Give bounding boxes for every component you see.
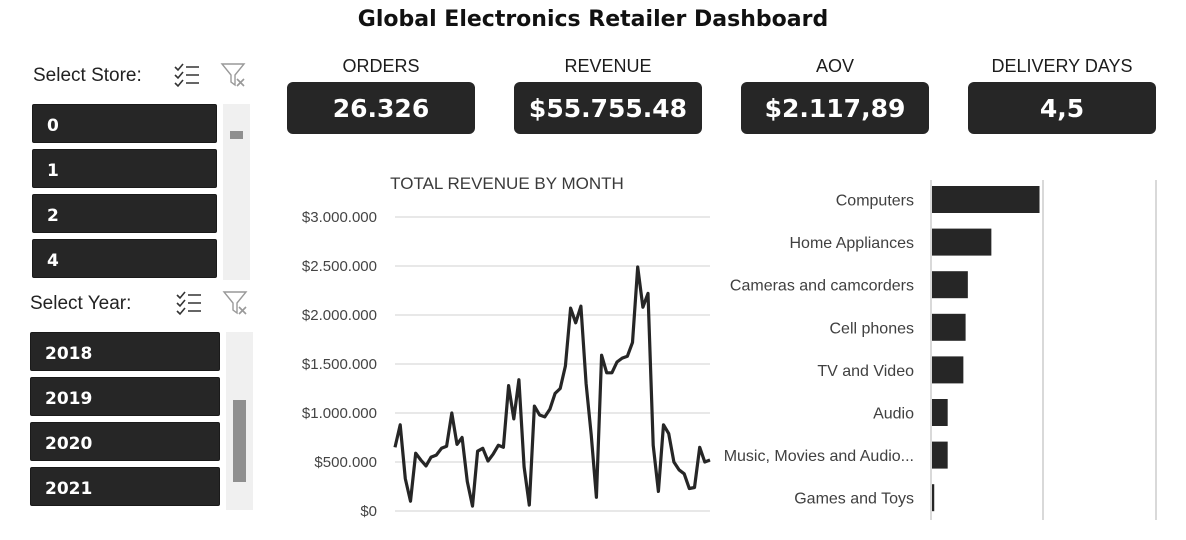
bar-games-and-toys bbox=[932, 484, 935, 512]
store-item-1[interactable]: 1 bbox=[32, 149, 217, 188]
year-slicer-scrollbar[interactable] bbox=[226, 332, 253, 510]
line-chart-y-tick-label: $1.000.000 bbox=[302, 405, 377, 422]
kpi-revenue-label: REVENUE bbox=[564, 56, 652, 76]
bar-category-label: Music, Movies and Audio... bbox=[725, 448, 914, 465]
line-chart-y-tick-label: $2.500.000 bbox=[302, 258, 377, 275]
bar-category-label: Computers bbox=[836, 193, 914, 210]
bar-music-movies-and-audio bbox=[932, 441, 948, 469]
multi-select-icon[interactable] bbox=[175, 289, 203, 317]
year-scroll-thumb[interactable] bbox=[233, 400, 246, 482]
store-scroll-thumb[interactable] bbox=[230, 131, 243, 139]
line-chart-y-tick-label: $1.500.000 bbox=[302, 356, 377, 373]
store-item-0[interactable]: 0 bbox=[32, 104, 217, 143]
bar-cameras-and-camcorders bbox=[932, 271, 968, 299]
bar-home-appliances bbox=[932, 228, 992, 256]
store-slicer-label: Select Store: bbox=[33, 65, 142, 86]
bar-cell-phones bbox=[932, 313, 966, 341]
line-chart-y-tick-label: $500.000 bbox=[314, 454, 377, 471]
store-slicer-scrollbar[interactable] bbox=[223, 104, 250, 280]
line-chart-title: TOTAL REVENUE BY MONTH bbox=[390, 174, 624, 193]
bar-category-label: Audio bbox=[873, 406, 914, 423]
kpi-delivery-days-label: DELIVERY DAYS bbox=[991, 56, 1133, 76]
kpi-orders-label: ORDERS bbox=[342, 56, 420, 76]
line-chart-y-tick-label: $2.000.000 bbox=[302, 307, 377, 324]
store-item-4[interactable]: 4 bbox=[32, 239, 217, 278]
revenue-by-category-chart: Computers Home Appliances Cameras and camc… bbox=[725, 180, 1157, 520]
bar-computers bbox=[932, 186, 1040, 213]
year-item-2021[interactable]: 2021 bbox=[30, 467, 220, 506]
year-slicer-label: Select Year: bbox=[30, 293, 132, 314]
revenue-series-line bbox=[393, 265, 711, 508]
line-chart-y-tick-label: $0 bbox=[360, 503, 377, 520]
multi-select-icon[interactable] bbox=[173, 61, 201, 89]
store-item-2[interactable]: 2 bbox=[32, 194, 217, 233]
year-item-2020[interactable]: 2020 bbox=[30, 422, 220, 461]
bar-category-label: Games and Toys bbox=[794, 491, 914, 508]
bar-category-label: Cell phones bbox=[830, 320, 915, 337]
year-item-2018[interactable]: 2018 bbox=[30, 332, 220, 371]
bar-tv-and-video bbox=[932, 356, 964, 384]
kpi-delivery-days-value: 4,5 bbox=[968, 82, 1156, 134]
kpi-orders-value: 26.326 bbox=[287, 82, 475, 134]
dashboard-title: Global Electronics Retailer Dashboard bbox=[357, 7, 829, 32]
kpi-aov-label: AOV bbox=[815, 56, 854, 76]
year-item-2019[interactable]: 2019 bbox=[30, 377, 220, 416]
bar-category-label: Cameras and camcorders bbox=[730, 278, 914, 295]
bar-audio bbox=[932, 399, 948, 426]
clear-filter-icon[interactable] bbox=[220, 61, 248, 89]
kpi-revenue-value: $55.755.48 bbox=[514, 82, 702, 134]
kpi-aov-value: $2.117,89 bbox=[741, 82, 929, 134]
bar-category-label: TV and Video bbox=[817, 363, 914, 380]
bar-category-label: Home Appliances bbox=[789, 235, 914, 252]
line-chart-y-tick-label: $3.000.000 bbox=[302, 209, 377, 226]
revenue-by-month-chart: TOTAL REVENUE BY MONTH $0 $500.000 $1.000.… bbox=[302, 174, 711, 520]
clear-filter-icon[interactable] bbox=[222, 289, 250, 317]
